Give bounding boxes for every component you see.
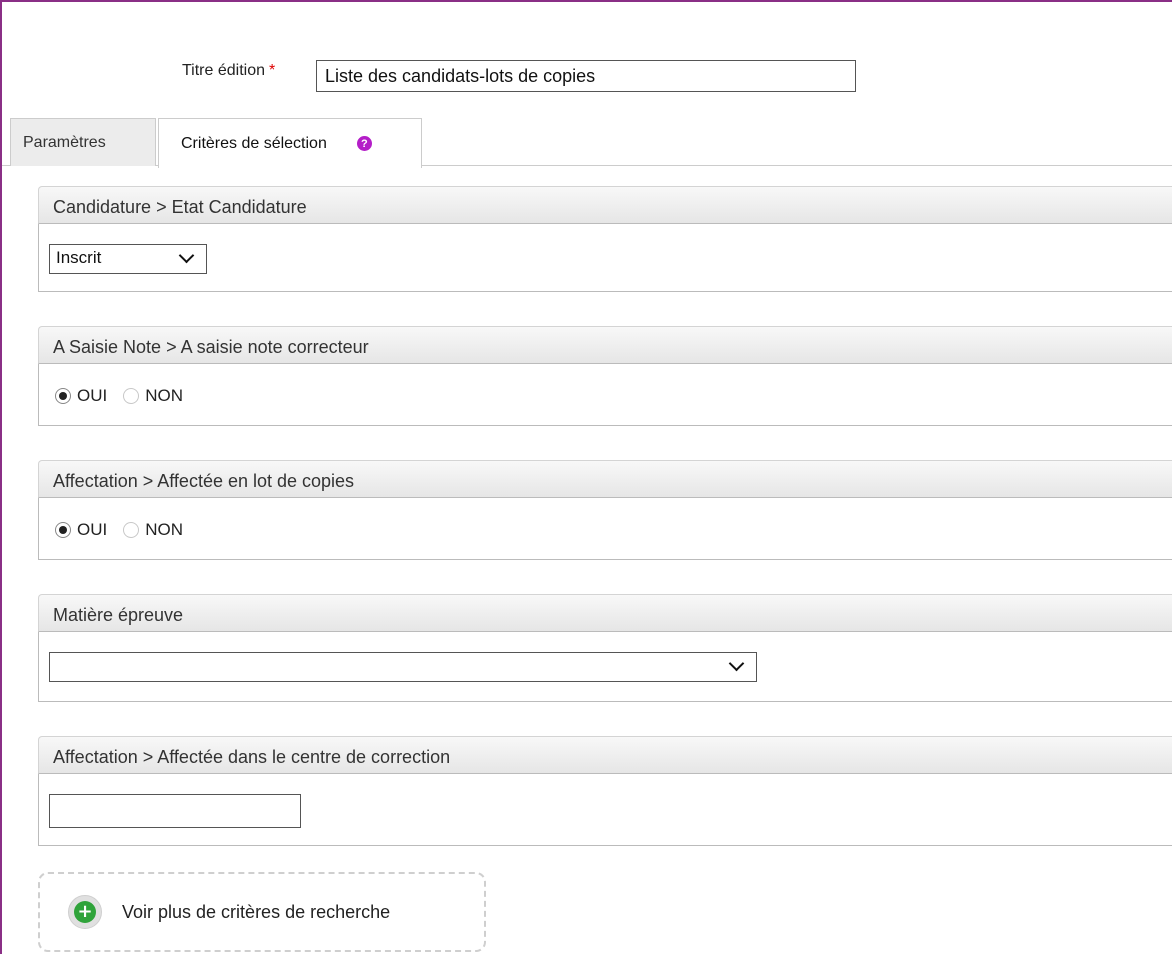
- affectation-radio-non[interactable]: [123, 522, 140, 538]
- chevron-down-icon: [728, 655, 745, 672]
- panel-header-saisie: A Saisie Note > A saisie note correcteur: [38, 326, 1172, 364]
- tab-criteres-label: Critères de sélection: [181, 134, 327, 152]
- plus-circle-icon[interactable]: +: [68, 895, 102, 929]
- matiere-select[interactable]: [49, 652, 757, 682]
- panel-body-affectation-lot: OUI NON: [38, 498, 1172, 560]
- panel-body-matiere: [38, 632, 1172, 702]
- tab-parametres[interactable]: Paramètres: [10, 118, 156, 166]
- saisie-radio-oui[interactable]: [55, 388, 71, 404]
- affectation-radio-non-label: NON: [145, 520, 184, 539]
- saisie-radio-non[interactable]: [123, 388, 140, 404]
- tab-parametres-label: Paramètres: [23, 133, 106, 151]
- panel-body-etat: Inscrit: [38, 224, 1172, 292]
- panel-header-affectation-lot: Affectation > Affectée en lot de copies: [38, 460, 1172, 498]
- more-criteria-button[interactable]: + Voir plus de critères de recherche: [38, 872, 486, 952]
- centre-input[interactable]: [49, 794, 301, 828]
- etat-select[interactable]: Inscrit: [49, 244, 207, 274]
- criteria-panel-centre: Affectation > Affectée dans le centre de…: [38, 736, 1172, 846]
- title-row: Titre édition *: [2, 58, 1172, 98]
- affectation-radio-group: OUI NON: [55, 520, 199, 540]
- panel-body-saisie: OUI NON: [38, 364, 1172, 426]
- tab-criteres-selection[interactable]: Critères de sélection ?: [158, 118, 422, 168]
- panel-header-matiere: Matière épreuve: [38, 594, 1172, 632]
- affectation-radio-oui[interactable]: [55, 522, 71, 538]
- chevron-down-icon: [178, 247, 195, 264]
- panel-header-centre: Affectation > Affectée dans le centre de…: [38, 736, 1172, 774]
- page-frame: Titre édition* Paramètres Critères de sé…: [0, 0, 1172, 954]
- panel-header-etat: Candidature > Etat Candidature: [38, 186, 1172, 224]
- title-label-text: Titre édition: [182, 62, 265, 79]
- affectation-radio-oui-label: OUI: [77, 520, 108, 539]
- title-label: Titre édition *: [182, 62, 275, 80]
- saisie-radio-non-label: NON: [145, 386, 184, 405]
- saisie-radio-group: OUI NON: [55, 386, 199, 406]
- criteria-panel-saisie: A Saisie Note > A saisie note correcteur…: [38, 326, 1172, 426]
- tab-bar: Paramètres Critères de sélection ?: [2, 118, 1172, 168]
- criteria-panel-etat: Candidature > Etat Candidature Inscrit: [38, 186, 1172, 292]
- criteria-panel-affectation-lot: Affectation > Affectée en lot de copies …: [38, 460, 1172, 560]
- saisie-radio-oui-label: OUI: [77, 386, 108, 405]
- more-criteria-label: Voir plus de critères de recherche: [122, 901, 391, 922]
- required-mark: *: [269, 62, 276, 79]
- title-input[interactable]: [316, 60, 856, 92]
- criteria-panel-matiere: Matière épreuve: [38, 594, 1172, 702]
- help-icon[interactable]: ?: [356, 136, 372, 151]
- panel-body-centre: [38, 774, 1172, 846]
- etat-select-value: Inscrit: [56, 248, 102, 267]
